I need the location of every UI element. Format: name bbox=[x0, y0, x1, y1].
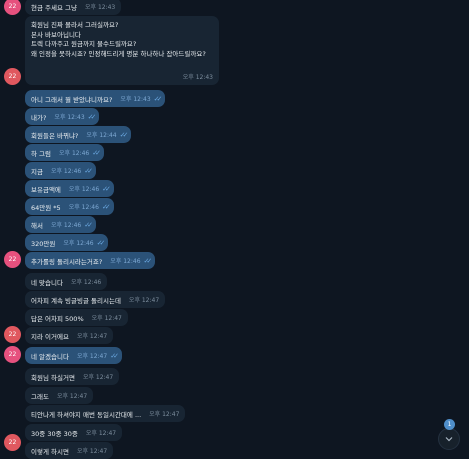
message-line: 본사 바보아닙니다 bbox=[31, 30, 81, 39]
message-text: 지금 bbox=[31, 167, 43, 176]
avatar[interactable]: 22 bbox=[4, 251, 21, 268]
message-time: 오후 12:43 bbox=[120, 96, 151, 103]
message-line: 왜 인정을 못하시죠? 인정해드리게 명분 하나하나 잡아드릴까요? bbox=[31, 49, 206, 58]
chevron-down-icon bbox=[445, 437, 453, 442]
avatar-label: 22 bbox=[8, 73, 17, 80]
message-bubble[interactable]: 지금 오후 12:46 ✓✓ bbox=[25, 162, 96, 179]
message-text: 네 알겠습니다 bbox=[31, 352, 69, 361]
message-bubble[interactable]: 네 알겠습니다 오후 12:47 ✓✓ bbox=[25, 347, 122, 364]
message-time: 오후 12:44 bbox=[86, 132, 117, 139]
message-text: 30중 30중 30중 bbox=[31, 429, 78, 438]
message-time: 오후 12:46 bbox=[70, 279, 102, 286]
message-bubble[interactable]: 회원님 진짜 몰라서 그러실까요? 본사 바보아닙니다 트렉 다까주고 원금까지… bbox=[25, 16, 219, 85]
avatar[interactable]: 22 bbox=[4, 68, 21, 85]
message-bubble[interactable]: 아니 그래서 뭘 받았냐니까요? 오후 12:43 ✓✓ bbox=[25, 90, 166, 107]
double-check-icon: ✓✓ bbox=[96, 238, 106, 247]
message-text: 티안나게 하셔야지 매번 동일시간대에 ... bbox=[31, 410, 142, 419]
unread-badge: 1 bbox=[444, 419, 455, 430]
message-text: 지라 이거에요 bbox=[31, 332, 69, 341]
message-bubble[interactable]: 어차피 계속 빙글빙글 돌리시는데 오후 12:47 bbox=[25, 291, 166, 308]
avatar[interactable]: 22 bbox=[4, 0, 21, 15]
message-bubble[interactable]: 30중 30중 30중 오후 12:47 bbox=[25, 424, 123, 441]
message-text: 네 맞습니다 bbox=[31, 278, 63, 287]
message-text: 회원님 하실거면 bbox=[31, 373, 75, 382]
message-text: 320만원 bbox=[31, 239, 56, 248]
message-text: 아니 그래서 뭘 받았냐니까요? bbox=[31, 95, 113, 104]
message-time: 오후 12:46 bbox=[63, 240, 94, 247]
message-text: 추가롤링 돌리시라는거죠? bbox=[31, 257, 103, 266]
message-time: 오후 12:47 bbox=[85, 430, 117, 437]
message-text: 그래도 bbox=[31, 392, 49, 401]
message-bubble[interactable]: 추가롤링 돌리시라는거죠? 오후 12:46 ✓✓ bbox=[25, 252, 156, 269]
message-bubble[interactable]: 해서 오후 12:46 ✓✓ bbox=[25, 216, 96, 233]
message-time: 오후 12:46 bbox=[68, 204, 99, 211]
avatar-label: 22 bbox=[8, 3, 17, 10]
message-time: 오후 12:43 bbox=[54, 114, 85, 121]
message-time: 오후 12:46 bbox=[68, 186, 100, 193]
message-text: 내가? bbox=[31, 113, 47, 122]
double-check-icon: ✓✓ bbox=[92, 148, 101, 157]
avatar[interactable]: 22 bbox=[4, 346, 21, 363]
message-line: 트렉 다까주고 원금까지 물수드릴까요? bbox=[31, 40, 137, 48]
message-bubble[interactable]: 그래도 오후 12:47 bbox=[25, 387, 94, 404]
message-bubble[interactable]: 보유금액에 오후 12:46 ✓✓ bbox=[25, 180, 114, 197]
message-bubble[interactable]: 회원님 하실거면 오후 12:47 bbox=[25, 368, 120, 385]
message-bubble[interactable]: 네 맞습니다 오후 12:46 bbox=[25, 273, 108, 290]
double-check-icon: ✓✓ bbox=[84, 166, 93, 175]
message-time: 오후 12:47 bbox=[128, 297, 160, 304]
message-text: 현금 주세요 그냥 bbox=[31, 3, 77, 12]
message-text: 하 그럼 bbox=[31, 149, 52, 158]
avatar-label: 22 bbox=[8, 351, 17, 358]
double-check-icon: ✓✓ bbox=[143, 256, 153, 265]
message-text: 어차피 계속 빙글빙글 돌리시는데 bbox=[31, 296, 121, 305]
message-time: 오후 12:43 bbox=[182, 73, 213, 81]
message-bubble[interactable]: 티안나게 하셔야지 매번 동일시간대에 ... 오후 12:47 bbox=[25, 405, 186, 422]
message-text: 해서 bbox=[31, 221, 43, 230]
message-bubble[interactable]: 320만원 오후 12:46 ✓✓ bbox=[25, 234, 109, 251]
scroll-down-button[interactable] bbox=[438, 428, 460, 450]
message-text: 보유금액에 bbox=[31, 185, 61, 194]
message-bubble[interactable]: 하 그럼 오후 12:46 ✓✓ bbox=[25, 144, 104, 161]
message-time: 오후 12:47 bbox=[91, 315, 122, 322]
message-text: 답은 어차피 500% bbox=[31, 314, 84, 323]
avatar[interactable]: 22 bbox=[4, 326, 21, 343]
message-bubble[interactable]: 회원들은 바뀌냐? 오후 12:44 ✓✓ bbox=[25, 126, 132, 143]
message-line: 회원님 진짜 몰라서 그러실까요? bbox=[31, 21, 119, 29]
message-time: 오후 12:47 bbox=[149, 411, 180, 418]
message-bubble[interactable]: 64만원 *5 오후 12:46 ✓✓ bbox=[25, 198, 114, 215]
message-time: 오후 12:46 bbox=[50, 222, 82, 229]
message-time: 오후 12:47 bbox=[82, 374, 114, 381]
double-check-icon: ✓✓ bbox=[101, 202, 111, 211]
message-time: 오후 12:46 bbox=[50, 168, 82, 175]
avatar-label: 22 bbox=[8, 256, 17, 263]
message-time: 오후 12:46 bbox=[110, 258, 141, 265]
double-check-icon: ✓✓ bbox=[102, 184, 111, 193]
message-time: 오후 12:47 bbox=[76, 333, 108, 340]
message-bubble[interactable]: 지라 이거에요 오후 12:47 bbox=[25, 327, 114, 344]
avatar[interactable]: 22 bbox=[4, 434, 21, 451]
avatar-label: 22 bbox=[8, 331, 17, 338]
chat-area[interactable]: 22 현금 주세요 그냥 오후 12:43 회원님 진짜 몰라서 그러실까요? … bbox=[0, 0, 469, 459]
avatar-label: 22 bbox=[8, 439, 17, 446]
unread-count: 1 bbox=[447, 421, 452, 428]
message-bubble[interactable]: 현금 주세요 그냥 오후 12:43 bbox=[25, 0, 122, 15]
double-check-icon: ✓✓ bbox=[119, 130, 129, 139]
message-time: 오후 12:46 bbox=[59, 150, 90, 157]
message-time: 오후 12:47 bbox=[76, 353, 108, 360]
double-check-icon: ✓✓ bbox=[84, 220, 93, 229]
message-text: 회원들은 바뀌냐? bbox=[31, 131, 79, 140]
double-check-icon: ✓✓ bbox=[110, 351, 119, 360]
message-text: 64만원 *5 bbox=[31, 203, 61, 212]
message-time: 오후 12:43 bbox=[85, 4, 116, 11]
message-bubble[interactable]: 답은 어차피 500% 오후 12:47 bbox=[25, 309, 128, 326]
message-time: 오후 12:47 bbox=[56, 393, 88, 400]
message-text: 이렇게 하시면 bbox=[31, 447, 69, 456]
double-check-icon: ✓✓ bbox=[153, 94, 163, 103]
message-bubble[interactable]: 이렇게 하시면 오후 12:47 bbox=[25, 442, 114, 459]
double-check-icon: ✓✓ bbox=[87, 112, 97, 121]
message-bubble[interactable]: 내가? 오후 12:43 ✓✓ bbox=[25, 108, 100, 125]
